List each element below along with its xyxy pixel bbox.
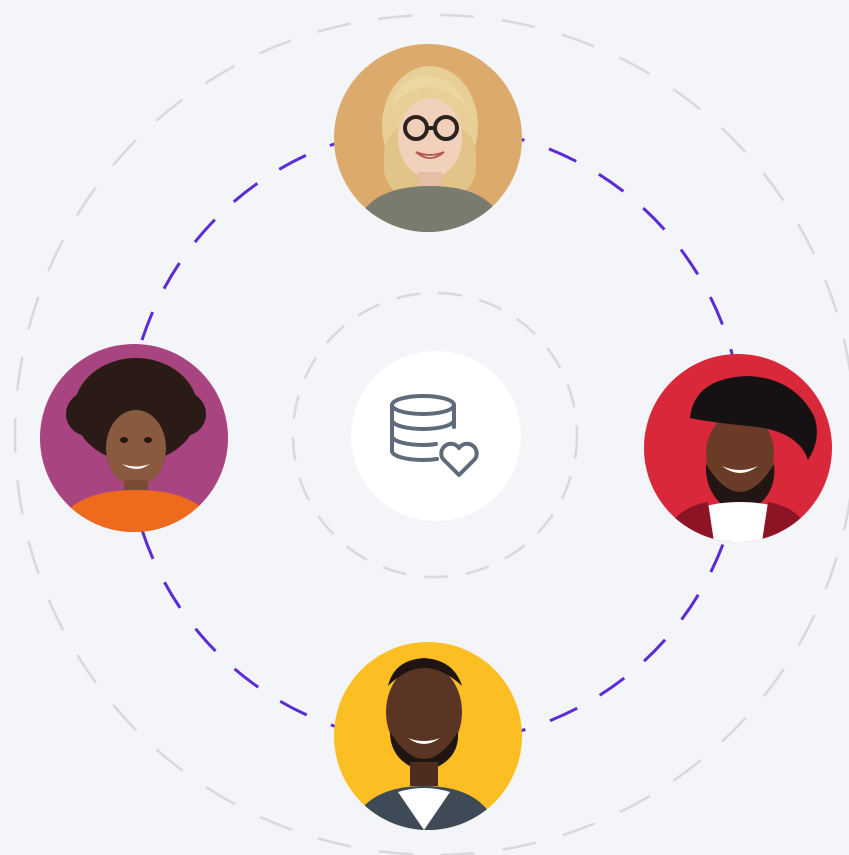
- database-heart-icon: [390, 394, 479, 477]
- avatar-person-smiling-plaid-shirt: [334, 642, 522, 830]
- center-badge: [351, 351, 521, 521]
- avatar-person-black-hat-laughing: [644, 354, 832, 542]
- avatar-person-blonde-glasses: [334, 44, 522, 232]
- integration-graphic: [0, 0, 849, 855]
- avatar-person-curly-hair-orange-sweater: [40, 344, 228, 532]
